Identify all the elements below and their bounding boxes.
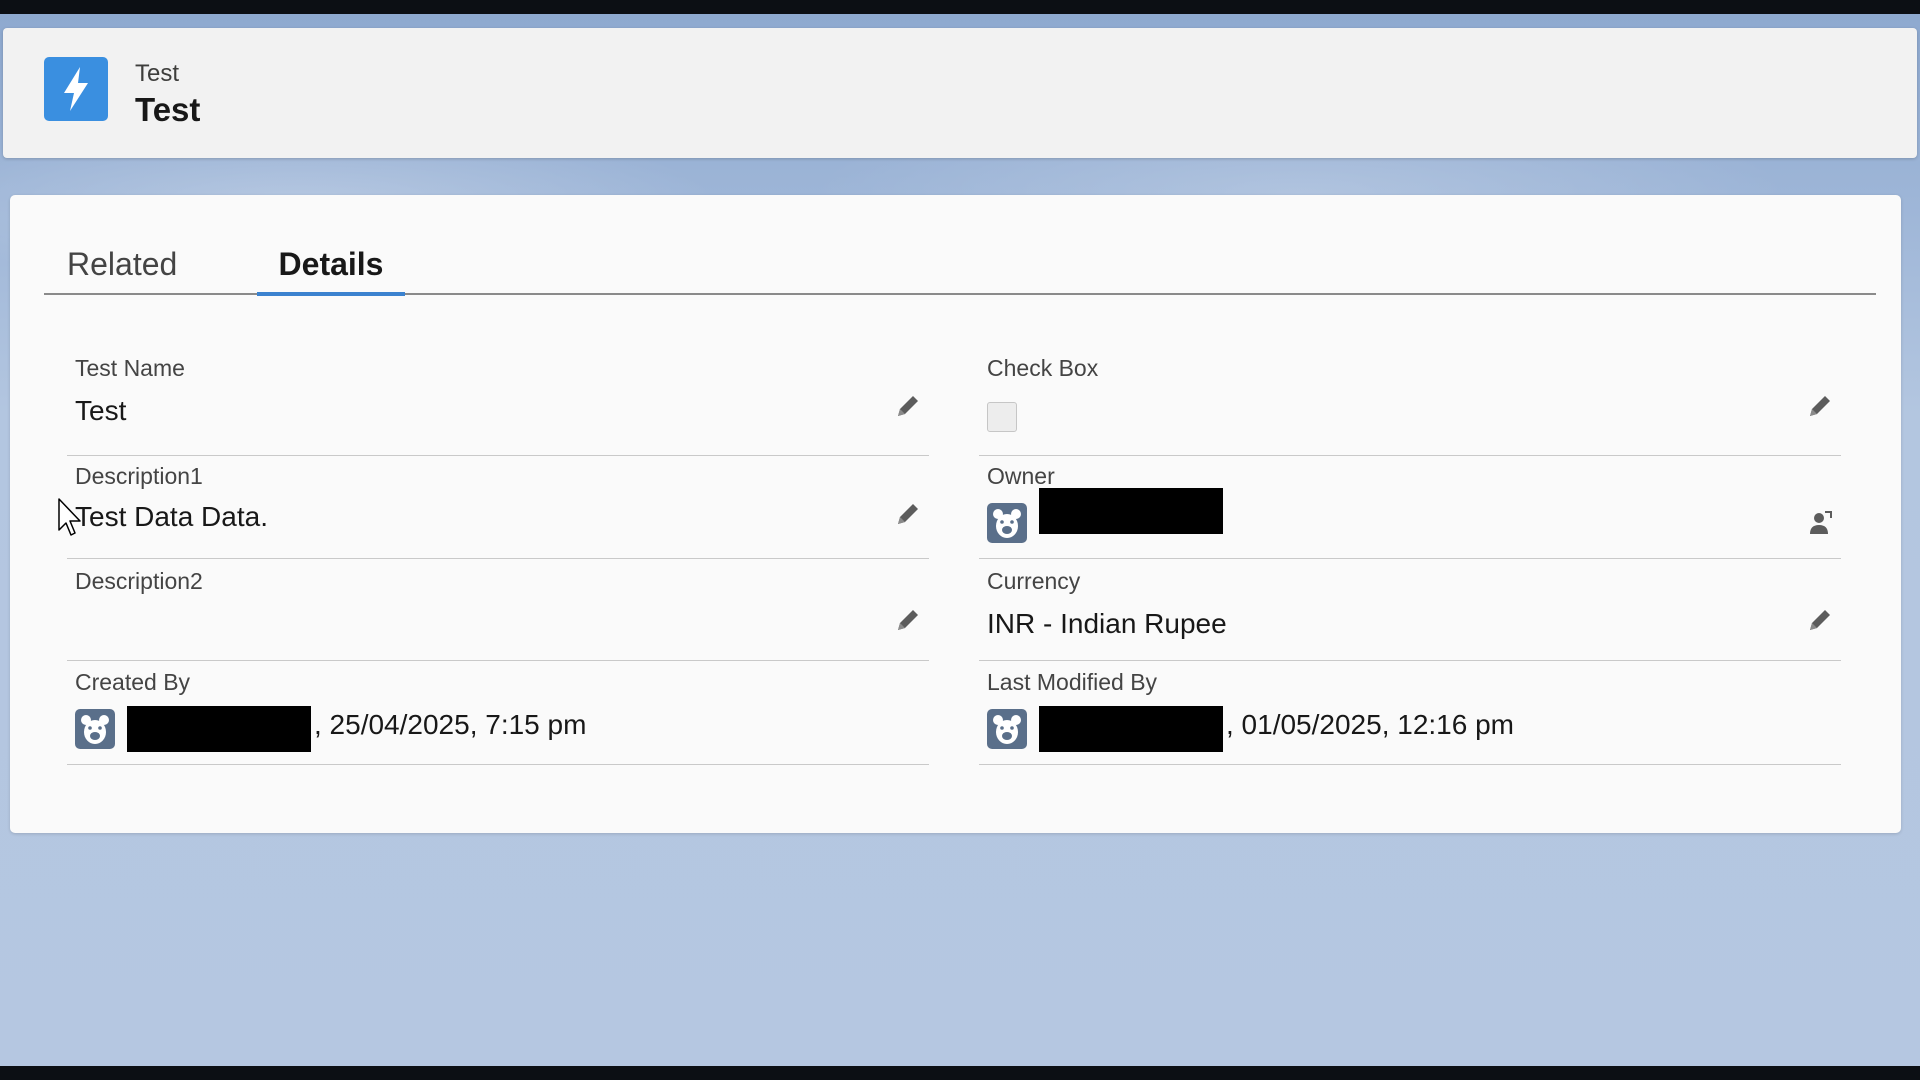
edit-check-box-button[interactable]: [1805, 391, 1835, 421]
field-value: Test Data Data.: [75, 501, 268, 532]
field-owner: Owner: [979, 463, 1841, 559]
field-label: Test Name: [75, 355, 185, 381]
last-modified-by-name-redacted[interactable]: [1039, 706, 1223, 752]
pencil-icon: [898, 504, 918, 524]
lightning-icon: [44, 57, 108, 121]
last-modified-date: , 01/05/2025, 12:16 pm: [1226, 709, 1514, 740]
owner-name-redacted[interactable]: [1039, 488, 1223, 534]
field-label: Description1: [75, 463, 203, 489]
created-date: , 25/04/2025, 7:15 pm: [314, 709, 587, 740]
field-test-name: Test Name Test: [67, 355, 929, 456]
pencil-icon: [1810, 610, 1830, 630]
tab-bar: Related Details: [44, 235, 1876, 296]
field-description2: Description2: [67, 568, 929, 661]
window-top-edge: [0, 0, 1920, 14]
record-header: Test Test: [3, 28, 1917, 158]
window-bottom-edge: [0, 1066, 1920, 1080]
field-label: Check Box: [987, 355, 1099, 381]
field-check-box: Check Box: [979, 355, 1841, 456]
record-detail-card: Related Details Test Name Test Check Box…: [10, 195, 1901, 833]
tab-details[interactable]: Details: [257, 235, 405, 296]
field-description1: Description1 Test Data Data.: [67, 463, 929, 559]
edit-test-name-button[interactable]: [893, 391, 923, 421]
pencil-icon: [898, 610, 918, 630]
field-label: Last Modified By: [987, 669, 1158, 695]
change-owner-button[interactable]: [1805, 508, 1835, 538]
field-value: Test: [75, 395, 127, 426]
field-value: INR - Indian Rupee: [987, 608, 1227, 639]
field-label: Created By: [75, 669, 191, 695]
bear-avatar-icon: [75, 709, 115, 749]
edit-description2-button[interactable]: [893, 605, 923, 635]
check-box-input[interactable]: [987, 402, 1017, 432]
field-label: Description2: [75, 568, 203, 594]
field-created-by: Created By , 25/04/2025, 7:15 pm: [67, 669, 929, 765]
record-title: Test: [135, 91, 201, 128]
field-last-modified-by: Last Modified By , 01/05/2025, 12:16 pm: [979, 669, 1841, 765]
object-type-label: Test: [135, 60, 180, 87]
bear-avatar-icon: [987, 709, 1027, 749]
change-owner-icon: [1810, 511, 1832, 534]
edit-description1-button[interactable]: [893, 499, 923, 529]
field-label: Currency: [987, 568, 1081, 594]
bear-avatar-icon: [987, 503, 1027, 543]
tab-related[interactable]: Related: [67, 235, 177, 293]
pencil-icon: [898, 396, 918, 416]
created-by-name-redacted[interactable]: [127, 706, 311, 752]
field-label: Owner: [987, 463, 1055, 489]
edit-currency-button[interactable]: [1805, 605, 1835, 635]
pencil-icon: [1810, 396, 1830, 416]
field-currency: Currency INR - Indian Rupee: [979, 568, 1841, 661]
